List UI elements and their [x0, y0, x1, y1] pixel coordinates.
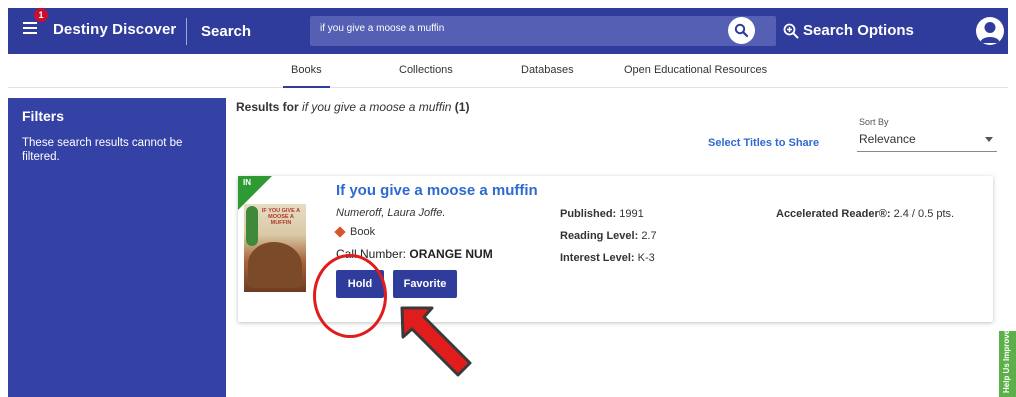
notification-badge[interactable]: 1: [34, 8, 48, 22]
filters-title: Filters: [22, 108, 65, 124]
cover-title: IF YOU GIVE A MOOSE A MUFFIN: [261, 208, 301, 226]
accelerated-reader-label: Accelerated Reader®:: [776, 208, 891, 220]
destiny-discover-app: 1 Destiny Discover Search Search Options: [0, 0, 1016, 397]
caret-down-icon: [985, 137, 993, 142]
availability-label: IN: [243, 178, 251, 187]
published-value: 1991: [619, 208, 644, 220]
accelerated-reader: Accelerated Reader®: 2.4 / 0.5 pts.: [776, 208, 954, 220]
tab-collections[interactable]: Collections: [399, 64, 453, 76]
sort-by-label: Sort By: [859, 117, 889, 127]
interest-level: Interest Level: K-3: [560, 252, 655, 264]
search-box: [310, 16, 776, 46]
top-bar: 1 Destiny Discover Search Search Options: [8, 8, 1008, 54]
results-query: if you give a moose a muffin: [302, 100, 452, 114]
favorite-button[interactable]: Favorite: [393, 270, 457, 298]
search-tabs: Books Collections Databases Open Educati…: [8, 54, 1008, 88]
zoom-in-icon: [783, 23, 799, 39]
select-titles-to-share-link[interactable]: Select Titles to Share: [708, 137, 819, 149]
sort-by-value: Relevance: [859, 132, 916, 146]
search-options-label: Search Options: [803, 22, 914, 39]
published-label: Published:: [560, 208, 617, 220]
search-label: Search: [201, 23, 252, 40]
book-format-label: Book: [350, 226, 376, 238]
tab-open-educational-resources[interactable]: Open Educational Resources: [624, 64, 767, 76]
book-cover-image[interactable]: IF YOU GIVE A MOOSE A MUFFIN: [244, 204, 306, 292]
tab-books[interactable]: Books: [283, 64, 330, 88]
tab-databases[interactable]: Databases: [521, 64, 574, 76]
search-icon: [734, 23, 749, 38]
book-format-icon: [334, 226, 346, 238]
filters-sidebar: Filters These search results cannot be f…: [8, 98, 226, 397]
search-input[interactable]: [320, 23, 700, 34]
search-button[interactable]: [728, 17, 755, 44]
hamburger-menu-icon[interactable]: [23, 22, 37, 34]
cover-moose: [248, 242, 302, 288]
book-title-link[interactable]: If you give a moose a muffin: [336, 182, 538, 199]
reading-level: Reading Level: 2.7: [560, 230, 657, 242]
filters-note: These search results cannot be filtered.: [22, 137, 183, 163]
results-count: (1): [454, 100, 470, 114]
topbar-divider: [186, 18, 187, 45]
app-title[interactable]: Destiny Discover: [53, 21, 176, 38]
interest-level-value: K-3: [637, 252, 655, 264]
user-avatar[interactable]: [976, 17, 1004, 45]
book-author: Numeroff, Laura Joffe.: [336, 207, 446, 219]
accelerated-reader-value: 2.4 / 0.5 pts.: [893, 208, 955, 220]
annotation-circle: [313, 254, 387, 338]
feedback-tab-label: Help Us Improve: [1002, 329, 1011, 393]
reading-level-label: Reading Level:: [560, 230, 639, 242]
interest-level-label: Interest Level:: [560, 252, 635, 264]
sort-by-select[interactable]: Relevance: [857, 130, 997, 152]
results-heading: Results for if you give a moose a muffin…: [236, 100, 469, 114]
call-number-value: ORANGE NUM: [409, 247, 493, 261]
feedback-tab[interactable]: Help Us Improve: [999, 329, 1016, 397]
cover-plant: [246, 206, 258, 246]
published: Published: 1991: [560, 208, 644, 220]
results-prefix: Results for: [236, 100, 299, 114]
reading-level-value: 2.7: [641, 230, 657, 242]
user-icon: [980, 22, 1000, 43]
annotation-arrow-icon: [400, 306, 472, 377]
